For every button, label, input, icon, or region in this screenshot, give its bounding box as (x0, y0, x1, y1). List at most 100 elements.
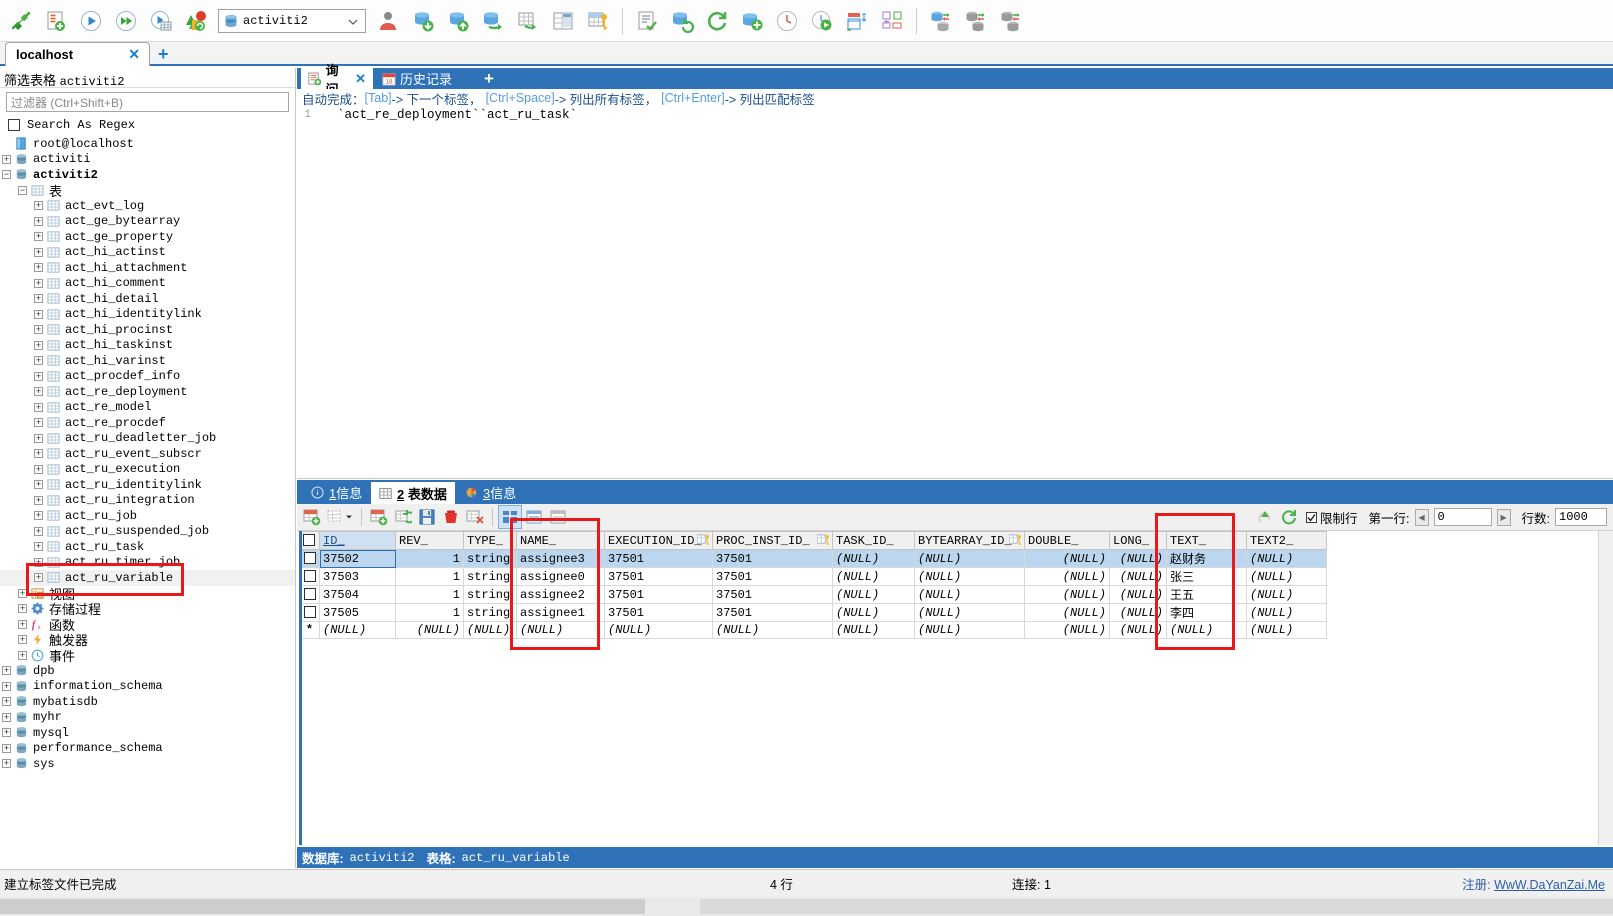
tree-group-function-icon[interactable]: + f x 函数 (0, 617, 295, 633)
grid-cell[interactable]: 37502 (319, 549, 396, 568)
grid-cell[interactable]: (NULL) (516, 621, 605, 639)
row-checkbox-cell[interactable] (299, 567, 320, 586)
clock-run-icon[interactable] (805, 4, 839, 38)
edit-document-icon[interactable] (630, 4, 664, 38)
tree-item-table[interactable]: + act_hi_varinst (0, 353, 295, 369)
tree-item-table[interactable]: + act_hi_comment (0, 276, 295, 292)
grid-cell[interactable]: (NULL) (1166, 621, 1247, 639)
tree-expander[interactable]: + (34, 387, 43, 397)
grid-cell[interactable]: 37501 (604, 603, 713, 622)
tree-expander[interactable]: + (18, 604, 27, 614)
grid-cell[interactable]: assignee3 (516, 549, 605, 568)
grid-cell[interactable]: (NULL) (1246, 603, 1327, 622)
grid-cell[interactable]: string (463, 603, 517, 622)
tree-expander[interactable]: − (18, 185, 27, 195)
grid-cell[interactable]: 37503 (319, 567, 396, 586)
grid-cell[interactable]: (NULL) (1024, 603, 1110, 622)
db-sync3-icon[interactable] (994, 4, 1028, 38)
grid-column-header[interactable]: TASK_ID_ (832, 531, 915, 550)
tree-expander[interactable]: + (2, 743, 11, 753)
table-export-icon[interactable] (511, 4, 545, 38)
tree-item-table[interactable]: + act_hi_procinst (0, 322, 295, 338)
tree-item-table[interactable]: + act_ru_suspended_job (0, 524, 295, 540)
tree-item-db[interactable]: + performance_schema (0, 741, 295, 757)
grid-cell[interactable]: 37501 (712, 585, 833, 604)
data-grid-container[interactable]: ID_ REV_ TYPE_ NAME_ EXECUTION_ID_ PROC_INST_… (299, 531, 1613, 845)
tree-expander[interactable]: + (2, 666, 11, 676)
grid-cell[interactable]: 赵财务 (1166, 549, 1247, 568)
tree-expander[interactable]: + (34, 263, 43, 273)
db-transfer-icon[interactable] (476, 4, 510, 38)
tree-expander[interactable]: + (2, 728, 11, 738)
grid-column-header[interactable]: REV_ (395, 531, 464, 550)
search-as-regex-checkbox[interactable] (8, 119, 20, 131)
status-register-link[interactable]: WwW.DaYanZai.Me (1494, 878, 1605, 892)
tree-expander[interactable]: + (34, 294, 43, 304)
tree-expander[interactable]: + (34, 480, 43, 490)
first-row-decrement[interactable]: ◀ (1414, 508, 1429, 526)
grid-cell[interactable]: (NULL) (319, 621, 396, 639)
first-row-input[interactable]: 0 (1433, 508, 1492, 526)
tree-item-db-activiti[interactable]: + activiti (0, 152, 295, 168)
tree-expander[interactable]: + (34, 278, 43, 288)
grid-cell[interactable]: (NULL) (914, 567, 1025, 586)
row-checkbox-cell[interactable] (299, 603, 320, 622)
tree-expander[interactable]: + (34, 542, 43, 552)
grid-cell[interactable]: (NULL) (832, 567, 915, 586)
tab-info-3[interactable]: 3信息 (457, 480, 524, 504)
grid-column-header[interactable]: BYTEARRAY_ID_ (914, 531, 1025, 550)
db-sync-icon[interactable] (735, 4, 769, 38)
tree-expander[interactable]: + (34, 495, 43, 505)
tree-item-table[interactable]: + act_hi_taskinst (0, 338, 295, 354)
grid-cell[interactable]: (NULL) (832, 549, 915, 568)
grid-cell[interactable]: (NULL) (832, 603, 915, 622)
tree-expander[interactable]: + (34, 418, 43, 428)
grid-cell[interactable]: assignee0 (516, 567, 605, 586)
first-row-increment[interactable]: ▶ (1496, 508, 1511, 526)
refresh-data-icon[interactable] (301, 506, 323, 528)
grid-cell[interactable]: 张三 (1166, 567, 1247, 586)
sort-asc-icon[interactable] (1254, 506, 1276, 528)
db-import-icon[interactable] (406, 4, 440, 38)
tree-expander[interactable]: + (34, 557, 43, 567)
db-export-icon[interactable] (441, 4, 475, 38)
grid-cell[interactable]: (NULL) (914, 603, 1025, 622)
db-compare-icon[interactable] (924, 4, 958, 38)
grid-cell[interactable]: 1 (395, 603, 464, 622)
new-record-row[interactable]: * (NULL) (NULL) (NULL) (NULL) (NULL) (NULL) (NU… (299, 621, 1327, 639)
grid-cell[interactable]: 1 (395, 585, 464, 604)
tree-item-table[interactable]: + act_hi_detail (0, 291, 295, 307)
grid-cell[interactable]: (NULL) (914, 621, 1025, 639)
grid-vertical-scrollbar[interactable] (1598, 531, 1613, 845)
database-selector[interactable]: activiti2 (218, 8, 366, 33)
tree-item-table[interactable]: + act_ru_deadletter_job (0, 431, 295, 447)
tree-expander[interactable]: + (34, 464, 43, 474)
tree-item-table[interactable]: + act_ru_task (0, 539, 295, 555)
tree-expander[interactable]: + (34, 573, 43, 583)
delete-row-icon[interactable] (440, 506, 462, 528)
tree-expander[interactable]: + (18, 650, 27, 660)
grid-cell[interactable]: (NULL) (1246, 567, 1327, 586)
grid-column-header[interactable]: NAME_ (516, 531, 605, 550)
grid-cell[interactable]: 37504 (319, 585, 396, 604)
grid-cell[interactable]: (NULL) (395, 621, 464, 639)
grid-cell[interactable]: string (463, 567, 517, 586)
tree-item-db[interactable]: + mysql (0, 725, 295, 741)
grid-cell[interactable]: (NULL) (1246, 621, 1327, 639)
data-grid[interactable]: ID_ REV_ TYPE_ NAME_ EXECUTION_ID_ PROC_INST_… (299, 531, 1327, 845)
tree-expander[interactable]: + (34, 371, 43, 381)
table-row[interactable]: 37504 1 string assignee2 37501 37501 (NULL) (NU… (299, 585, 1327, 604)
tree-expander[interactable]: + (2, 697, 11, 707)
tree-expander[interactable]: + (2, 759, 11, 769)
horizontal-scrollbar-left[interactable] (0, 899, 645, 914)
grid-cell[interactable]: 37501 (712, 567, 833, 586)
new-query-icon[interactable] (39, 4, 73, 38)
grid-column-header[interactable]: PROC_INST_ID_ (712, 531, 833, 550)
tree-item-table[interactable]: + act_ru_integration (0, 493, 295, 509)
grid-column-header[interactable]: DOUBLE_ (1024, 531, 1110, 550)
grid-cell[interactable]: 1 (395, 549, 464, 568)
tree-group-clock-icon[interactable]: + 事件 (0, 648, 295, 664)
horizontal-scrollbar-right[interactable] (700, 899, 1613, 914)
grid-cell[interactable]: (NULL) (1109, 603, 1167, 622)
tree-group-gear-icon[interactable]: + 存储过程 (0, 601, 295, 617)
